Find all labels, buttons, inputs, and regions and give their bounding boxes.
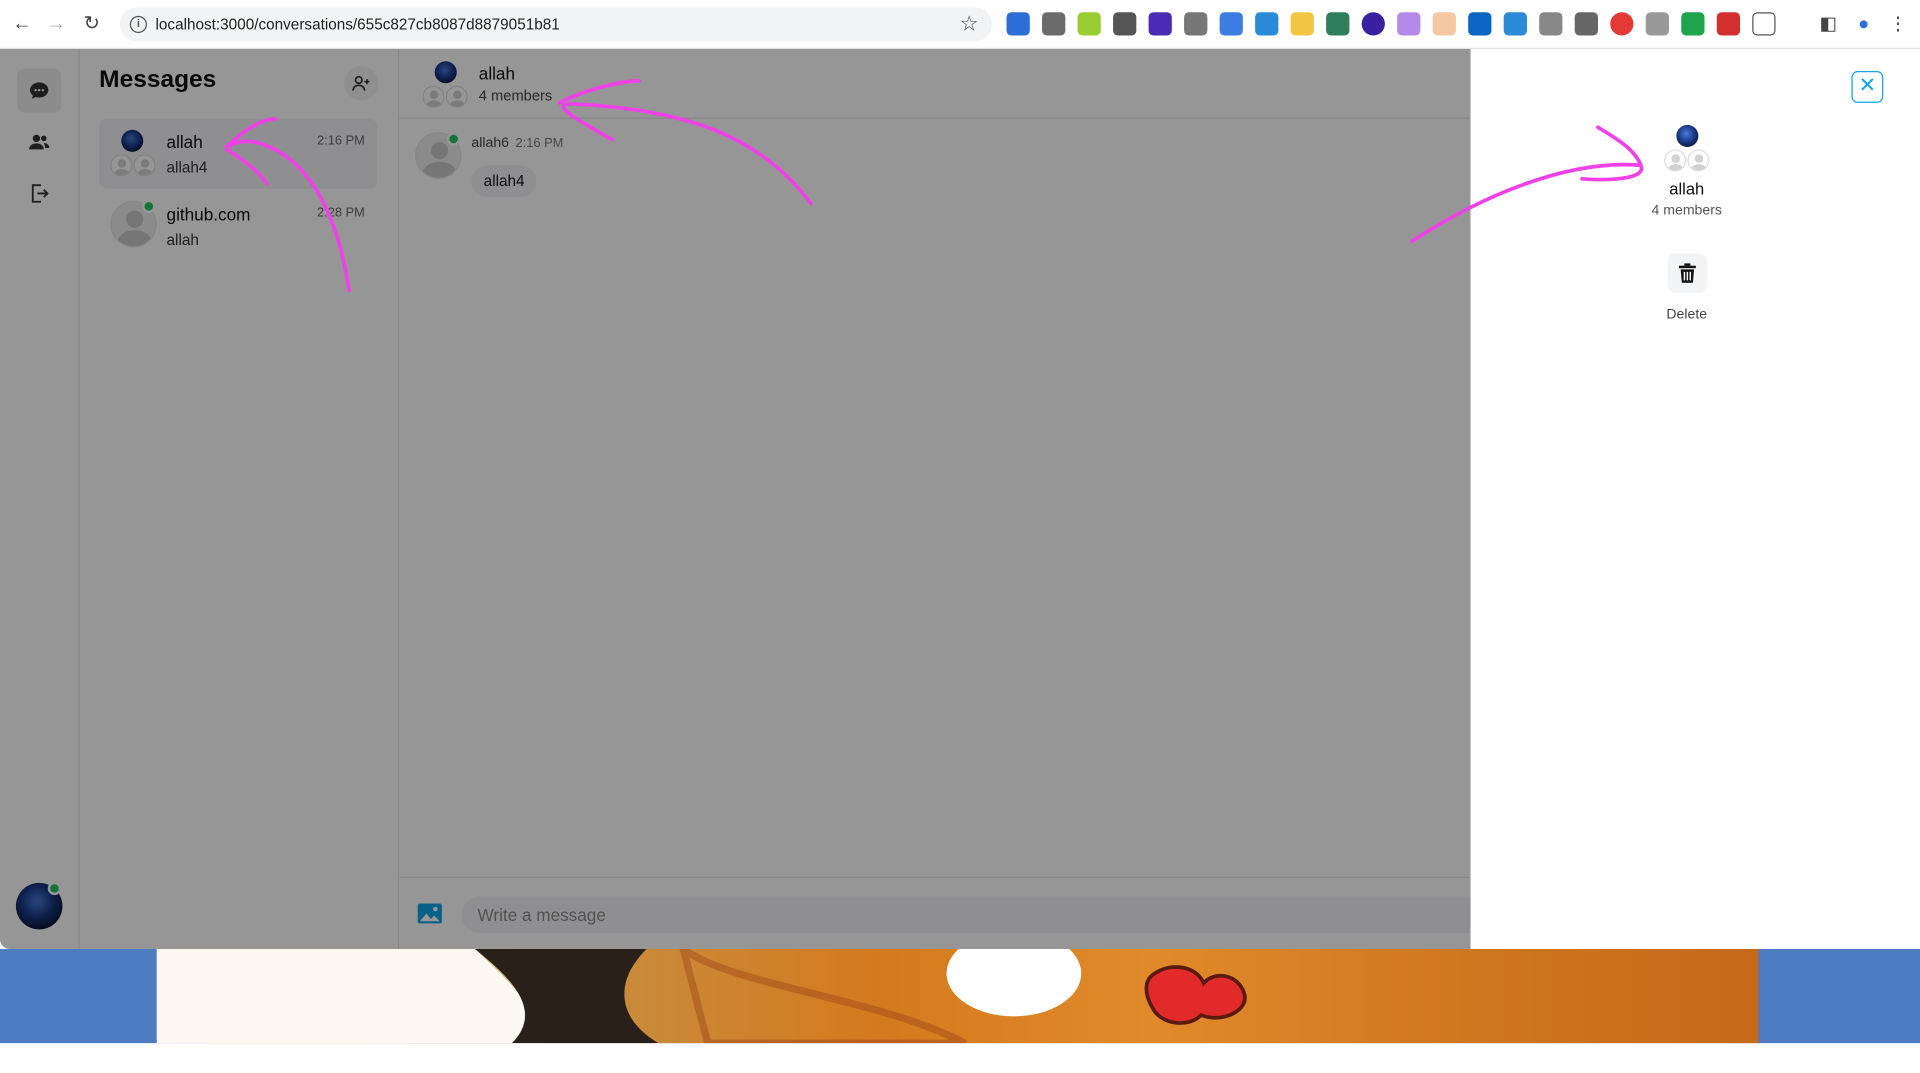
reload-icon[interactable]: ↻ — [81, 13, 103, 35]
profile-icon[interactable]: ● — [1851, 12, 1875, 36]
page-bottom-strip — [0, 1043, 1920, 1073]
menu-kebab-icon[interactable]: ⋮ — [1886, 12, 1910, 36]
puzzle-icon[interactable] — [1752, 12, 1776, 36]
modal-backdrop[interactable] — [0, 48, 1471, 949]
browser-toolbar: ← → ↻ i localhost:3000/conversations/655… — [0, 0, 1920, 49]
panel-title: allah — [1669, 180, 1705, 199]
extensions-bar — [1006, 12, 1776, 36]
extension-icon[interactable] — [1503, 12, 1527, 36]
default-avatar-icon — [1664, 149, 1687, 172]
extension-icon[interactable] — [1148, 12, 1172, 36]
close-icon[interactable]: ✕ — [1851, 71, 1884, 103]
background-artwork — [156, 948, 1247, 1044]
extension-icon[interactable] — [1539, 12, 1563, 36]
extension-icon[interactable] — [1184, 12, 1208, 36]
panel-member-count: 4 members — [1651, 203, 1722, 218]
extension-icon[interactable] — [1574, 12, 1598, 36]
extension-icon[interactable] — [1361, 12, 1385, 36]
adblock-icon[interactable] — [1610, 12, 1634, 36]
extension-icon[interactable] — [1255, 12, 1279, 36]
extension-icon[interactable] — [1432, 12, 1456, 36]
background-image — [156, 948, 1759, 1044]
extension-icon[interactable] — [1077, 12, 1101, 36]
url-text[interactable]: localhost:3000/conversations/655c827cb80… — [156, 16, 560, 33]
back-icon[interactable]: ← — [11, 13, 33, 35]
extension-icon[interactable] — [1290, 12, 1314, 36]
extension-icon[interactable] — [1645, 12, 1669, 36]
shield-icon[interactable] — [1681, 12, 1705, 36]
trash-icon — [1678, 263, 1696, 283]
group-member-avatar — [1676, 124, 1699, 147]
extension-icon[interactable] — [1006, 12, 1030, 36]
extension-icon[interactable] — [1113, 12, 1137, 36]
extension-icon[interactable] — [1716, 12, 1741, 36]
address-bar[interactable]: i localhost:3000/conversations/655c827cb… — [120, 7, 992, 42]
app-window: Messages allah allah4 2:16 PM github.com… — [0, 48, 1920, 949]
site-info-icon[interactable]: i — [129, 15, 147, 34]
extension-icon[interactable] — [1397, 12, 1421, 36]
extension-icon[interactable] — [1326, 12, 1350, 36]
extension-icon[interactable] — [1042, 12, 1066, 36]
default-avatar-icon — [1687, 149, 1710, 172]
conversation-details-panel: ✕ allah 4 members Delete — [1470, 48, 1920, 949]
extension-icon[interactable] — [1219, 12, 1243, 36]
delete-button[interactable] — [1667, 253, 1707, 293]
side-panel-icon[interactable]: ◧ — [1816, 12, 1840, 36]
group-avatar — [1664, 124, 1713, 174]
screenshot-stage: ← → ↻ i localhost:3000/conversations/655… — [0, 0, 1920, 1073]
forward-icon[interactable]: → — [45, 13, 67, 35]
delete-label: Delete — [1666, 307, 1708, 323]
bookmark-star-icon[interactable]: ☆ — [960, 12, 979, 36]
linkedin-icon[interactable] — [1468, 12, 1492, 36]
